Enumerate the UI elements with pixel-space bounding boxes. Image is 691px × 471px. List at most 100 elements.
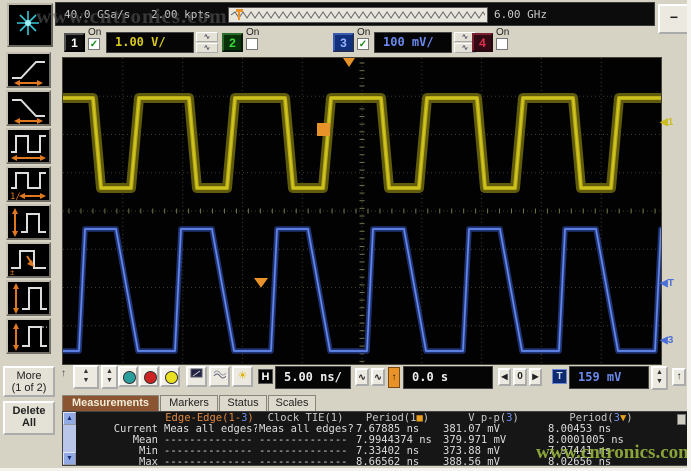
channel-2-checkbox[interactable] (246, 38, 258, 50)
channel-1-on-label: On (88, 27, 101, 38)
measurement-value: 8.02656 ns (546, 457, 656, 468)
fall-time-button[interactable] (6, 90, 51, 126)
overshoot-button[interactable]: ± (6, 242, 51, 278)
column-header[interactable]: V p-p(3) (441, 413, 546, 424)
measurement-value: -------------- (257, 446, 354, 457)
measurement-square-marker (317, 123, 330, 136)
measurement-row: Mean----------------------------7.994437… (76, 435, 676, 446)
channel-3-ground-marker[interactable]: ◀3 (660, 334, 690, 348)
acquisition-timeline[interactable] (228, 7, 488, 23)
snowflake-icon (9, 5, 47, 41)
position-right-button[interactable]: ▶ (529, 368, 542, 386)
trigger-level-field[interactable]: 159 mV (569, 366, 649, 389)
channel-4-checkbox[interactable] (496, 38, 508, 50)
trigger-level-stepper[interactable]: ▲▼ (651, 366, 668, 390)
more-button[interactable]: More (1 of 2) (3, 366, 55, 397)
channel-1-wave-buttons: ∿ ∿ (196, 32, 218, 54)
measurement-value: 373.88 mV (441, 446, 546, 457)
display-settings-button[interactable] (186, 366, 207, 387)
oscilloscope-screen: 40.0 GSa/s 2.00 kpts 6.00 GHz − 1 On ✓ 1… (0, 0, 691, 471)
measurement-row: Max----------------------------8.66562 n… (76, 457, 676, 468)
table-scrollbar[interactable]: ▲ ▼ (63, 412, 76, 465)
marker-color-yellow-button[interactable] (160, 366, 180, 387)
position-left-button[interactable]: ◀ (498, 368, 511, 386)
trigger-level-marker[interactable]: ◀T (660, 277, 690, 291)
rise-time-button[interactable] (6, 52, 51, 88)
measurement-value: 8.00453 ns (546, 424, 656, 435)
table-scrollbar-corner (677, 414, 686, 425)
memory-depth: 2.00 kpts (151, 8, 211, 21)
yellow-circle-icon (165, 371, 178, 384)
tab-scales[interactable]: Scales (268, 395, 316, 411)
channel-1-button[interactable]: 1 (64, 33, 85, 52)
measurement-value: Meas all edges? (257, 424, 354, 435)
channel-3-scale-field[interactable]: 100 mV/ (374, 32, 452, 53)
frequency-button[interactable]: 1/ (6, 166, 51, 202)
marker-color-red-button[interactable] (139, 366, 159, 387)
measurement-value: 8.0001005 ns (546, 435, 656, 446)
teal-circle-icon (123, 371, 136, 384)
waveform-plot (63, 58, 661, 364)
measurement-value: -------------- (257, 457, 354, 468)
tab-status[interactable]: Status (219, 395, 267, 411)
horizontal-icon: H (258, 369, 273, 384)
measurement-value: Meas all edges? (162, 424, 257, 435)
red-circle-icon (144, 371, 157, 384)
channel-4-button[interactable]: 4 (472, 33, 493, 52)
trigger-slope-button[interactable]: ↑ (672, 368, 686, 386)
timebase-field[interactable]: 5.00 ns/ (275, 366, 351, 389)
row-label: Max (76, 457, 162, 468)
column-header[interactable]: Edge-Edge(1-3) (162, 413, 257, 424)
tab-markers[interactable]: Markers (160, 395, 218, 411)
channel-4-on-label: On (496, 27, 509, 38)
measurement-value: 388.56 mV (441, 457, 546, 468)
channel-2-button[interactable]: 2 (222, 33, 243, 52)
waveform-display[interactable] (62, 57, 662, 365)
column-header[interactable]: Period(1■) (354, 413, 441, 424)
persistence-button[interactable] (209, 366, 230, 387)
v-top-base-button[interactable] (6, 318, 51, 354)
display-icon (190, 368, 203, 379)
measurement-value: 379.971 mV (441, 435, 546, 446)
vertical-offset-stepper[interactable]: ▲▼ (101, 365, 118, 389)
measurements-table: ▲ ▼ Edge-Edge(1-3)Clock TIE(1)Period(1■)… (62, 411, 689, 466)
column-header[interactable]: Period(3▼) (546, 413, 656, 424)
scroll-down-button[interactable]: ▼ (63, 452, 76, 465)
marker-color-teal-button[interactable] (118, 366, 138, 387)
v-amplitude-button[interactable] (6, 204, 51, 240)
channel-1-scale-field[interactable]: 1.00 V/ (106, 32, 194, 53)
infiniium-logo[interactable] (7, 3, 53, 47)
waveform-shape-icon[interactable]: ∿ (196, 32, 218, 42)
scroll-up-button[interactable]: ▲ (63, 412, 76, 425)
channel-3-checkbox[interactable]: ✓ (357, 38, 369, 50)
measurement-value: -------------- (162, 457, 257, 468)
measurement-value: 7.97441 ns (546, 446, 656, 457)
v-pp-button[interactable] (6, 280, 51, 316)
position-zero-button[interactable]: 0 (513, 368, 527, 386)
horizontal-position-icon[interactable]: ↑ (388, 367, 400, 388)
bottom-tabs: Measurements Markers Status Scales (62, 395, 691, 411)
horizontal-position-field[interactable]: 0.0 s (403, 366, 493, 389)
period-button[interactable] (6, 128, 51, 164)
measurement-value: 381.07 mV (441, 424, 546, 435)
table-header-row: Edge-Edge(1-3)Clock TIE(1)Period(1■)V p-… (76, 413, 676, 424)
measurement-value: 7.67885 ns (354, 424, 441, 435)
tab-measurements[interactable]: Measurements (62, 395, 159, 411)
waveform-shape-icon[interactable]: ∿ (196, 43, 218, 53)
trigger-icon: T (552, 369, 567, 384)
measurement-value: -------------- (257, 435, 354, 446)
clear-display-button[interactable]: ☀ (232, 366, 253, 387)
channel-1-ground-marker[interactable]: ◀1 (660, 116, 690, 130)
marker-arrow-icon: ↑ (61, 368, 66, 379)
channel-1-checkbox[interactable]: ✓ (88, 38, 100, 50)
bandwidth: 6.00 GHz (494, 8, 547, 21)
channel-3-button[interactable]: 3 (333, 33, 354, 52)
timebase-fine-button[interactable]: ∿ (355, 368, 369, 386)
delete-all-button[interactable]: Delete All (3, 401, 55, 435)
vertical-scale-stepper[interactable]: ▲▼ (73, 365, 99, 389)
measurement-value: 7.33402 ns (354, 446, 441, 457)
timebase-coarse-button[interactable]: ∿ (371, 368, 385, 386)
column-header[interactable]: Clock TIE(1) (257, 413, 354, 424)
measurement-value: 7.9944374 ns (354, 435, 441, 446)
measurement-sidebar: 1/ ± More (1 of 2) Delete All (0, 46, 58, 471)
